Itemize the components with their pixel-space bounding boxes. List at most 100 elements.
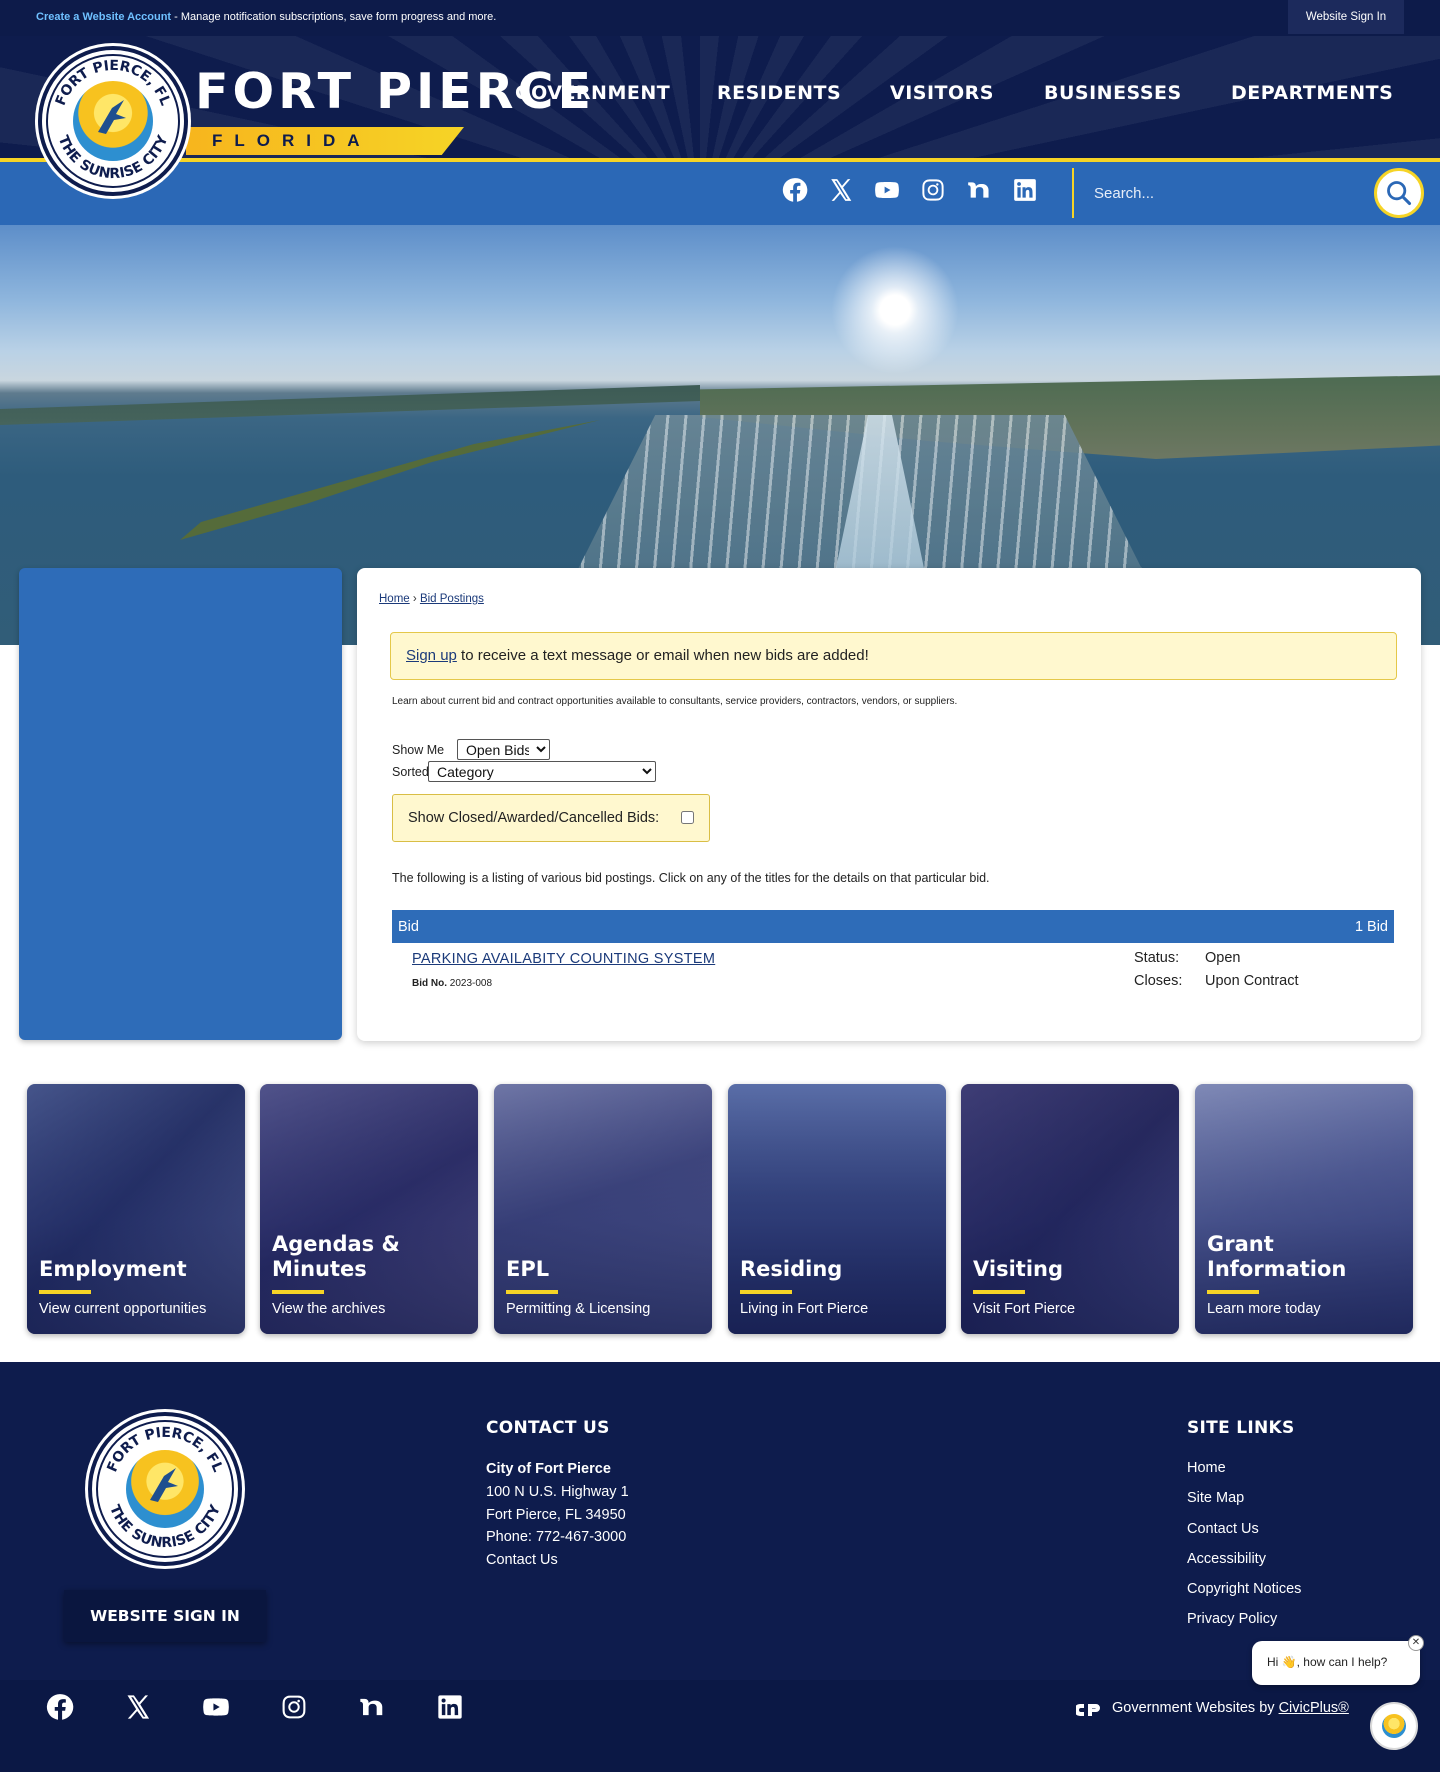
tile-accent-bar	[1207, 1290, 1259, 1294]
contact-phone: Phone: 772-467-3000	[486, 1529, 627, 1545]
signup-alert-text: to receive a text message or email when …	[456, 647, 869, 664]
tile-employment-subtitle: View current opportunities	[39, 1301, 207, 1317]
tile-accent-bar	[740, 1290, 792, 1294]
tile-visiting-subtitle: Visit Fort Pierce	[973, 1301, 1076, 1317]
svg-text:THE SUNRISE CITY: THE SUNRISE CITY	[106, 1502, 224, 1551]
bid-status-label: Status:	[1134, 950, 1180, 966]
chat-avatar-button[interactable]	[1370, 1702, 1418, 1750]
bid-header-label: Bid	[398, 919, 419, 935]
footer-link-privacy[interactable]: Privacy Policy	[1187, 1611, 1277, 1627]
tile-employment-title: Employment	[39, 1257, 187, 1281]
contact-city: Fort Pierce, FL 34950	[486, 1507, 626, 1523]
x-icon[interactable]	[123, 1692, 153, 1722]
search-button[interactable]	[1374, 168, 1424, 218]
intro-text: Learn about current bid and contract opp…	[392, 696, 958, 707]
bid-closes-value: Upon Contract	[1205, 973, 1299, 989]
chat-avatar-seal	[1382, 1714, 1406, 1738]
x-icon[interactable]	[827, 176, 855, 204]
contact-us-link[interactable]: Contact Us	[486, 1549, 558, 1572]
bid-number-label: Bid No.	[412, 978, 447, 989]
footer-link-accessibility[interactable]: Accessibility	[1187, 1551, 1266, 1567]
footer-sign-in-button[interactable]: WEBSITE SIGN IN	[64, 1590, 266, 1642]
nav-visitors[interactable]: VISITORS	[890, 82, 994, 106]
tile-grant-information[interactable]: Grant Information Learn more today	[1195, 1084, 1413, 1334]
signup-alert: Sign up to receive a text message or ema…	[390, 632, 1397, 680]
footer-link-home[interactable]: Home	[1187, 1460, 1226, 1476]
nav-residents[interactable]: RESIDENTS	[717, 82, 841, 106]
linkedin-icon[interactable]	[435, 1692, 465, 1722]
site-links-heading: SITE LINKS	[1187, 1418, 1295, 1438]
search-divider	[1072, 168, 1074, 218]
tile-agendas-title: Agendas & Minutes	[272, 1232, 400, 1281]
sorted-by-select[interactable]: Category	[428, 761, 656, 782]
breadcrumb-home[interactable]: Home	[379, 593, 410, 605]
credit-text: Government Websites by	[1112, 1700, 1279, 1716]
tile-accent-bar	[39, 1290, 91, 1294]
nav-government[interactable]: GOVERNMENT	[515, 82, 670, 106]
tile-residing[interactable]: Residing Living in Fort Pierce	[728, 1084, 946, 1334]
contact-heading: CONTACT US	[486, 1418, 610, 1438]
tile-agendas-minutes[interactable]: Agendas & Minutes View the archives	[260, 1084, 478, 1334]
breadcrumb-separator: ›	[412, 593, 417, 605]
create-account-notice: Create a Website Account - Manage notifi…	[36, 11, 496, 23]
footer-link-copyright[interactable]: Copyright Notices	[1187, 1581, 1301, 1597]
instagram-icon[interactable]	[279, 1692, 309, 1722]
chat-bubble[interactable]: Hi 👋, how can I help?	[1252, 1641, 1420, 1685]
listing-description: The following is a listing of various bi…	[392, 871, 990, 885]
tile-accent-bar	[973, 1290, 1025, 1294]
tile-accent-bar	[506, 1290, 558, 1294]
tile-grant-title: Grant Information	[1207, 1232, 1347, 1281]
contact-address: 100 N U.S. Highway 1	[486, 1484, 629, 1500]
bid-count: 1 Bid	[1354, 919, 1388, 935]
footer-city-seal-logo[interactable]: FORT PIERCE, FL THE SUNRISE CITY	[88, 1412, 242, 1566]
show-closed-label: Show Closed/Awarded/Cancelled Bids:	[408, 810, 660, 826]
youtube-icon[interactable]	[873, 176, 901, 204]
facebook-icon[interactable]	[45, 1692, 75, 1722]
create-account-link[interactable]: Create a Website Account	[36, 11, 171, 23]
create-account-text: - Manage notification subscriptions, sav…	[171, 11, 497, 23]
bid-title-link[interactable]: PARKING AVAILABITY COUNTING SYSTEM	[412, 951, 715, 967]
tile-accent-bar	[272, 1290, 324, 1294]
footer-seal-text: FORT PIERCE, FL THE SUNRISE CITY	[104, 1425, 225, 1551]
show-me-select[interactable]: Open Bids	[457, 739, 550, 760]
chat-close-icon[interactable]: ✕	[1408, 1635, 1424, 1651]
tile-epl-title: EPL	[506, 1257, 550, 1281]
tile-visiting[interactable]: Visiting Visit Fort Pierce	[961, 1084, 1179, 1334]
bid-number-value: 2023-008	[449, 978, 493, 989]
bid-closes-label: Closes:	[1134, 973, 1183, 989]
website-sign-in-button[interactable]: Website Sign In	[1288, 0, 1404, 34]
show-me-label: Show Me	[392, 743, 445, 757]
tile-employment[interactable]: Employment View current opportunities	[27, 1084, 245, 1334]
bid-status-value: Open	[1205, 950, 1241, 966]
city-seal-logo[interactable]: FORT PIERCE, FL THE SUNRISE CITY	[38, 46, 188, 196]
show-closed-box: Show Closed/Awarded/Cancelled Bids:	[392, 794, 710, 842]
civicplus-link[interactable]: CivicPlus®	[1279, 1700, 1349, 1716]
tile-epl[interactable]: EPL Permitting & Licensing	[494, 1084, 712, 1334]
footer-link-site-map[interactable]: Site Map	[1187, 1490, 1244, 1506]
seal-text: FORT PIERCE, FL THE SUNRISE CITY	[53, 58, 173, 183]
nav-departments[interactable]: DEPARTMENTS	[1231, 82, 1393, 106]
breadcrumb-bid-postings[interactable]: Bid Postings	[420, 593, 484, 605]
facebook-icon[interactable]	[781, 176, 809, 204]
svg-text:THE SUNRISE CITY: THE SUNRISE CITY	[55, 133, 172, 183]
tile-residing-subtitle: Living in Fort Pierce	[740, 1301, 869, 1317]
nextdoor-icon[interactable]	[357, 1692, 387, 1722]
show-closed-checkbox[interactable]	[681, 811, 694, 824]
search-input[interactable]	[1080, 172, 1370, 214]
tile-visiting-title: Visiting	[973, 1257, 1063, 1281]
site-subtitle: FLORIDA	[212, 131, 372, 150]
svg-text:FORT PIERCE, FL: FORT PIERCE, FL	[104, 1425, 225, 1475]
linkedin-icon[interactable]	[1011, 176, 1039, 204]
search-icon	[1387, 181, 1412, 206]
svg-text:FORT PIERCE, FL: FORT PIERCE, FL	[53, 58, 173, 108]
youtube-icon[interactable]	[201, 1692, 231, 1722]
nav-businesses[interactable]: BUSINESSES	[1044, 82, 1182, 106]
civicplus-icon	[1076, 1704, 1100, 1716]
signup-link[interactable]: Sign up	[406, 647, 457, 664]
nextdoor-icon[interactable]	[965, 176, 993, 204]
tile-residing-title: Residing	[740, 1257, 843, 1281]
instagram-icon[interactable]	[919, 176, 947, 204]
bid-list-header: Bid 1 Bid	[392, 910, 1394, 943]
footer-link-contact-us[interactable]: Contact Us	[1187, 1521, 1259, 1537]
contact-name: City of Fort Pierce	[486, 1461, 611, 1477]
